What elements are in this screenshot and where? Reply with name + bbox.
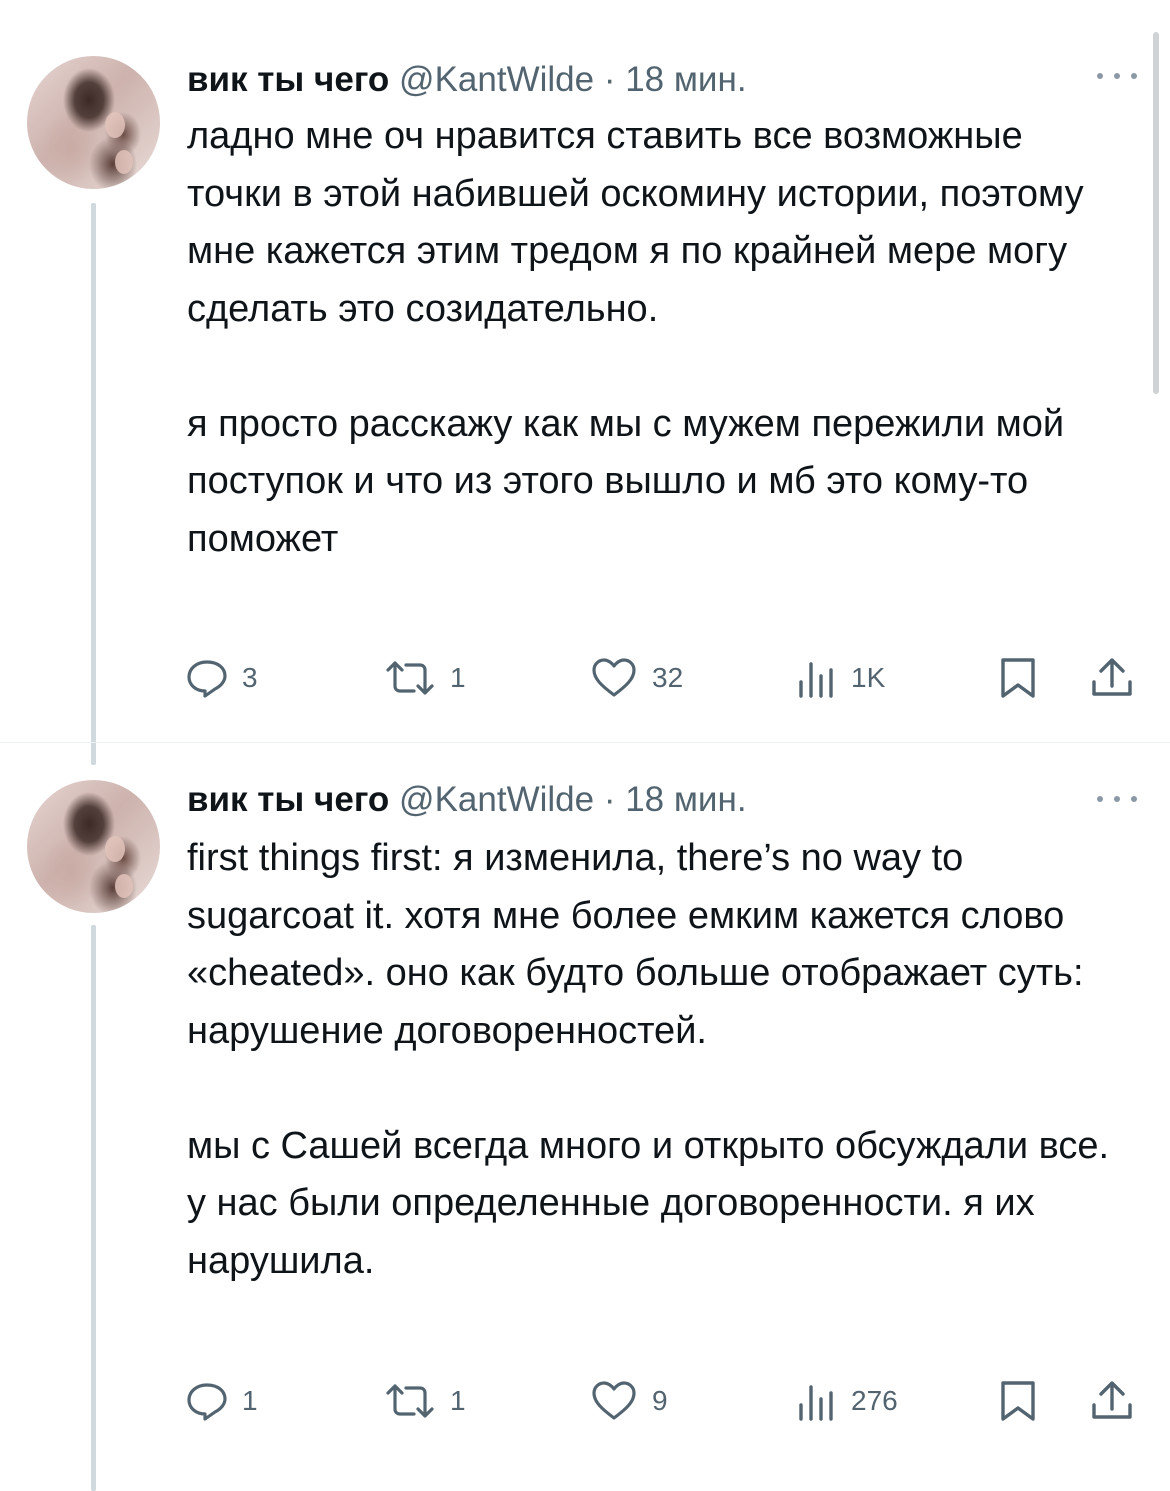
retweet-button[interactable]: 1 [384, 1379, 466, 1423]
more-icon[interactable] [1097, 70, 1137, 82]
like-button[interactable]: 9 [590, 1379, 668, 1423]
reply-count: 1 [242, 1385, 258, 1416]
avatar[interactable] [27, 780, 160, 913]
retweet-icon [386, 1384, 434, 1418]
header-separator: · [603, 780, 616, 819]
avatar-face-detail [105, 836, 125, 862]
user-handle[interactable]: @KantWilde [399, 780, 594, 819]
view-count: 1K [851, 662, 886, 693]
bookmark-icon [1001, 658, 1035, 698]
tweet[interactable]: вик ты чего @KantWilde · 18 мин. ладно м… [0, 0, 1170, 765]
views-icon [799, 1385, 833, 1421]
avatar[interactable] [27, 56, 160, 189]
display-name[interactable]: вик ты чего [187, 780, 389, 819]
views-icon [799, 662, 833, 698]
views-button[interactable]: 1K [793, 656, 885, 700]
tweet-header: вик ты чего @KantWilde · 18 мин. [187, 58, 747, 102]
avatar-face-detail [115, 874, 133, 898]
display-name[interactable]: вик ты чего [187, 60, 389, 99]
retweet-button[interactable]: 1 [384, 656, 466, 700]
like-icon [592, 658, 636, 697]
reply-count: 3 [242, 662, 258, 693]
reply-icon [187, 660, 227, 698]
tweet-paragraph: first things first: я изменила, there’s … [187, 837, 1084, 1052]
tweet-paragraph: я просто расскажу как мы с мужем пережил… [187, 402, 1065, 560]
avatar-face-detail [115, 150, 133, 174]
reply-icon [187, 1383, 227, 1421]
tweet-paragraph: ладно мне оч нравится ставить все возмож… [187, 115, 1084, 330]
tweet-text: first things first: я изменила, there’s … [187, 830, 1117, 1290]
share-icon [1092, 658, 1132, 696]
tweet[interactable]: вик ты чего @KantWilde · 18 мин. first t… [0, 743, 1170, 1491]
avatar-face-detail [105, 112, 125, 138]
action-bar: 3 1 32 1K [0, 656, 1170, 700]
action-bar: 1 1 9 276 [0, 1379, 1170, 1423]
tweet-header: вик ты чего @KantWilde · 18 мин. [187, 778, 747, 822]
bookmark-icon [1001, 1381, 1035, 1421]
timestamp[interactable]: 18 мин. [625, 780, 746, 819]
like-button[interactable]: 32 [590, 656, 683, 700]
like-icon [592, 1381, 636, 1420]
tweet-paragraph: мы с Сашей всегда много и открыто обсужд… [187, 1124, 1110, 1282]
like-count: 9 [652, 1385, 668, 1416]
retweet-count: 1 [450, 662, 466, 693]
reply-button[interactable]: 1 [186, 1379, 258, 1423]
share-button[interactable] [1088, 656, 1136, 700]
timestamp[interactable]: 18 мин. [625, 60, 746, 99]
like-count: 32 [652, 662, 684, 693]
share-button[interactable] [1088, 1379, 1136, 1423]
scrollbar[interactable] [1153, 32, 1159, 394]
share-icon [1092, 1381, 1132, 1419]
tweet-text: ладно мне оч нравится ставить все возмож… [187, 108, 1117, 568]
more-icon[interactable] [1097, 793, 1137, 805]
user-handle[interactable]: @KantWilde [399, 60, 594, 99]
bookmark-button[interactable] [997, 656, 1039, 700]
bookmark-button[interactable] [997, 1379, 1039, 1423]
view-count: 276 [851, 1385, 898, 1416]
retweet-icon [386, 661, 434, 695]
views-button[interactable]: 276 [793, 1379, 898, 1423]
retweet-count: 1 [450, 1385, 466, 1416]
reply-button[interactable]: 3 [186, 656, 258, 700]
header-separator: · [603, 60, 616, 99]
